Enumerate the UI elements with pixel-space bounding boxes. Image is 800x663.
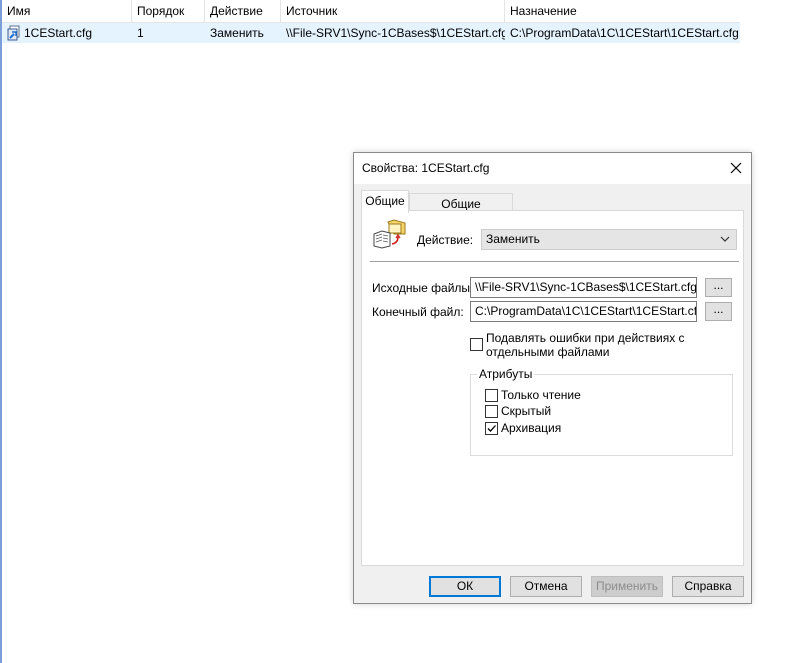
ok-button[interactable]: ОК bbox=[429, 576, 501, 597]
suppress-errors-checkbox[interactable] bbox=[470, 338, 483, 351]
tab-panel-general: Действие: Заменить Исходные файлы: \\Fil… bbox=[361, 210, 744, 566]
row-name: 1CEStart.cfg bbox=[24, 26, 93, 40]
list-header: Имя Порядок Действие Источник Назначение bbox=[2, 0, 740, 23]
column-header-order[interactable]: Порядок bbox=[132, 0, 205, 22]
apply-button[interactable]: Применить bbox=[591, 576, 663, 597]
dest-file-field[interactable]: C:\ProgramData\1C\1CEStart\1CEStart.cfg bbox=[470, 301, 697, 322]
dialog-titlebar[interactable]: Свойства: 1CEStart.cfg bbox=[354, 153, 751, 184]
action-select[interactable]: Заменить bbox=[481, 229, 737, 250]
action-label: Действие: bbox=[417, 233, 474, 247]
column-header-name[interactable]: Имя bbox=[2, 0, 132, 22]
close-icon bbox=[730, 162, 742, 174]
properties-dialog: Свойства: 1CEStart.cfg Общие Общие парам… bbox=[353, 152, 752, 604]
column-header-destination[interactable]: Назначение bbox=[505, 0, 740, 22]
source-files-label: Исходные файлы: bbox=[372, 281, 474, 295]
row-action: Заменить bbox=[210, 26, 264, 40]
column-header-action[interactable]: Действие bbox=[205, 0, 281, 22]
file-shortcut-icon bbox=[6, 25, 22, 41]
file-list[interactable]: Имя Порядок Действие Источник Назначение… bbox=[2, 0, 740, 43]
divider bbox=[370, 261, 739, 262]
attributes-group: Атрибуты Только чтение Скрытый Архивация bbox=[470, 367, 733, 456]
close-button[interactable] bbox=[721, 153, 751, 184]
chevron-down-icon bbox=[720, 236, 730, 242]
cancel-button[interactable]: Отмена bbox=[510, 576, 582, 597]
hidden-checkbox[interactable] bbox=[485, 405, 498, 418]
attributes-title: Атрибуты bbox=[477, 367, 535, 381]
suppress-errors-label-line1: Подавлять ошибки при действиях с bbox=[486, 331, 685, 345]
checkmark-icon bbox=[487, 425, 496, 432]
hidden-label: Скрытый bbox=[501, 404, 552, 418]
dest-file-label: Конечный файл: bbox=[372, 305, 464, 319]
tab-general[interactable]: Общие bbox=[361, 190, 409, 213]
file-action-icon bbox=[372, 218, 406, 250]
dialog-title: Свойства: 1CEStart.cfg bbox=[362, 161, 490, 175]
help-button[interactable]: Справка bbox=[672, 576, 744, 597]
window-left-edge bbox=[0, 0, 2, 663]
readonly-checkbox[interactable] bbox=[485, 389, 498, 402]
browse-source-button[interactable]: ... bbox=[705, 278, 732, 297]
archive-checkbox[interactable] bbox=[485, 422, 498, 435]
suppress-errors-label-line2: отдельными файлами bbox=[486, 345, 610, 359]
action-select-value: Заменить bbox=[486, 232, 540, 246]
table-row[interactable]: 1CEStart.cfg 1 Заменить \\File-SRV1\Sync… bbox=[2, 23, 740, 43]
browse-dest-button[interactable]: ... bbox=[705, 302, 732, 321]
row-order: 1 bbox=[137, 26, 144, 40]
row-name-cell[interactable]: 1CEStart.cfg bbox=[2, 23, 132, 43]
archive-label: Архивация bbox=[501, 421, 562, 435]
row-destination: C:\ProgramData\1C\1CEStart\1CEStart.cfg bbox=[510, 26, 739, 40]
column-header-source[interactable]: Источник bbox=[281, 0, 505, 22]
readonly-label: Только чтение bbox=[501, 388, 581, 402]
source-files-field[interactable]: \\File-SRV1\Sync-1CBases$\1CEStart.cfg bbox=[470, 277, 697, 298]
row-source: \\File-SRV1\Sync-1CBases$\1CEStart.cfg bbox=[286, 26, 505, 40]
